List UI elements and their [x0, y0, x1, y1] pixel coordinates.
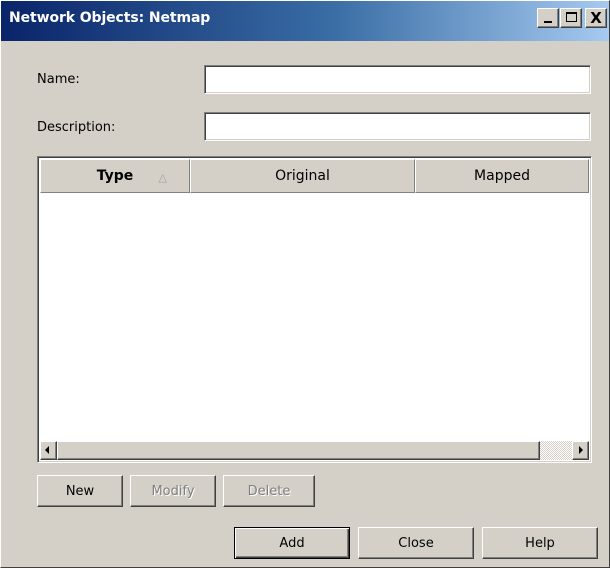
- add-button[interactable]: Add: [234, 527, 350, 559]
- modify-button[interactable]: Modify: [130, 475, 216, 507]
- scrollbar-thumb[interactable]: [57, 441, 540, 460]
- minimize-icon: [544, 21, 552, 23]
- close-button[interactable]: Close: [358, 527, 474, 559]
- minimize-button[interactable]: [537, 8, 559, 28]
- column-header-original-label: Original: [275, 168, 330, 184]
- column-header-type-label: Type: [96, 168, 134, 184]
- maximize-icon: [566, 12, 577, 22]
- window-title: Network Objects: Netmap: [9, 10, 211, 26]
- column-header-mapped[interactable]: Mapped: [415, 159, 589, 193]
- list-body[interactable]: [40, 193, 589, 441]
- name-input[interactable]: [204, 65, 591, 94]
- description-label: Description:: [37, 120, 116, 135]
- column-header-original[interactable]: Original: [190, 159, 415, 193]
- arrow-right-icon: [579, 446, 583, 454]
- delete-button[interactable]: Delete: [223, 475, 315, 507]
- sort-ascending-icon: △: [158, 171, 167, 184]
- column-header-type[interactable]: Type △: [40, 159, 190, 193]
- name-label: Name:: [37, 72, 80, 87]
- list-header: Type △ Original Mapped: [40, 159, 589, 193]
- help-button[interactable]: Help: [482, 527, 598, 559]
- maximize-button[interactable]: [560, 8, 582, 28]
- title-bar[interactable]: Network Objects: Netmap X: [1, 1, 609, 41]
- horizontal-scrollbar[interactable]: [40, 441, 589, 460]
- netmap-dialog: Network Objects: Netmap X Name: Descript…: [0, 0, 610, 568]
- arrow-left-icon: [45, 446, 49, 454]
- scroll-right-button[interactable]: [572, 441, 589, 460]
- scroll-left-button[interactable]: [40, 441, 57, 460]
- description-input[interactable]: [204, 112, 591, 141]
- netmap-list[interactable]: Type △ Original Mapped: [37, 156, 592, 463]
- column-header-mapped-label: Mapped: [474, 168, 530, 184]
- scrollbar-track[interactable]: [540, 441, 572, 460]
- close-window-button[interactable]: X: [585, 8, 607, 28]
- close-icon: X: [590, 9, 602, 27]
- new-button[interactable]: New: [37, 475, 123, 507]
